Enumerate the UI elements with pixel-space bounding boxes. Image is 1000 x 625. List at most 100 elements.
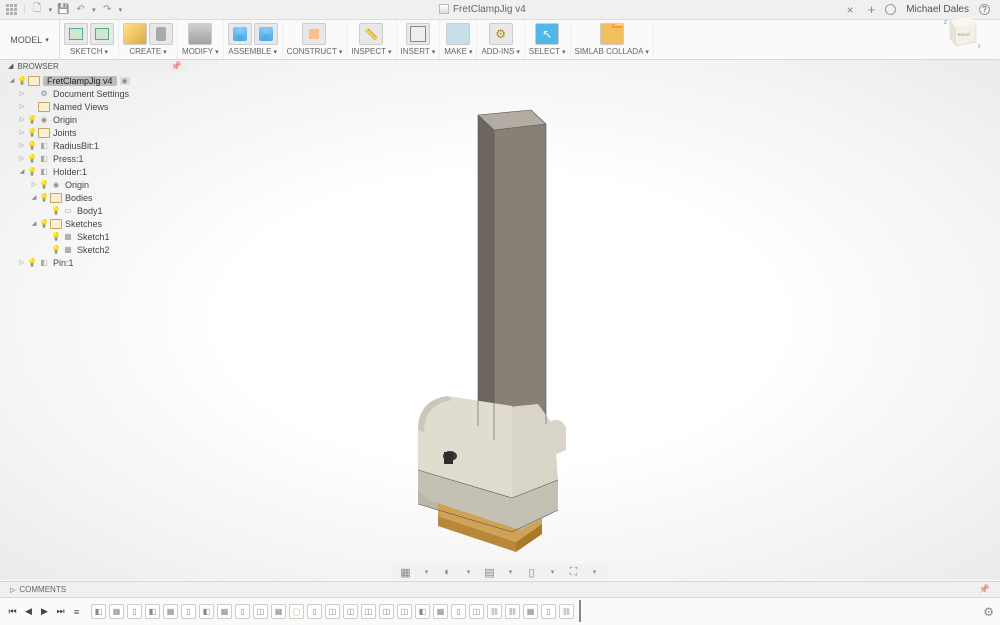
help-icon[interactable]: ? — [979, 4, 990, 15]
expand-icon[interactable] — [18, 90, 26, 97]
ribbon-icon[interactable] — [600, 23, 624, 45]
grid-icon[interactable]: ▤ — [482, 565, 497, 579]
ribbon-icon[interactable] — [90, 23, 114, 45]
display-style-icon[interactable]: ▦ — [398, 565, 413, 579]
ribbon-icon[interactable] — [446, 23, 470, 45]
grid-menu-icon[interactable] — [6, 4, 17, 15]
timeline-feature[interactable] — [487, 604, 502, 619]
ribbon-group-sketch[interactable]: SKETCH — [60, 20, 119, 59]
lightbulb-icon[interactable]: 💡 — [38, 180, 50, 189]
lightbulb-icon[interactable]: 💡 — [50, 245, 62, 254]
tree-item[interactable]: 💡Pin:1 — [0, 256, 188, 269]
lightbulb-icon[interactable]: 💡 — [50, 232, 62, 241]
ribbon-group-select[interactable]: SELECT — [525, 20, 571, 59]
undo-icon[interactable]: ↶ — [75, 4, 86, 15]
lightbulb-icon[interactable]: 💡 — [26, 128, 38, 137]
lightbulb-icon[interactable]: 💡 — [26, 167, 38, 176]
timeline-feature[interactable] — [289, 604, 304, 619]
timeline-feature[interactable] — [541, 604, 556, 619]
lightbulb-icon[interactable]: 💡 — [26, 115, 38, 124]
expand-icon[interactable] — [18, 168, 26, 175]
ribbon-group-inspect[interactable]: INSPECT — [347, 20, 396, 59]
tree-item[interactable]: Named Views — [0, 100, 188, 113]
timeline-feature[interactable] — [415, 604, 430, 619]
viewcube-face[interactable]: RIGHT — [958, 32, 971, 37]
new-file-icon[interactable]: 🗋 — [32, 4, 43, 15]
tree-item[interactable]: 💡Holder:1 — [0, 165, 188, 178]
new-tab-icon[interactable]: + — [868, 2, 876, 17]
pin-icon[interactable]: 📌 — [171, 61, 182, 72]
timeline-feature[interactable] — [199, 604, 214, 619]
viewcube[interactable]: RIGHT Z X — [940, 12, 980, 52]
expand-icon[interactable] — [18, 129, 26, 136]
tree-item[interactable]: 💡Joints — [0, 126, 188, 139]
ribbon-icon[interactable] — [123, 23, 147, 45]
ribbon-icon[interactable] — [64, 23, 88, 45]
timeline-feature[interactable] — [271, 604, 286, 619]
close-tab-icon[interactable]: × — [843, 3, 858, 17]
lightbulb-icon[interactable]: 💡 — [38, 219, 50, 228]
ribbon-icon[interactable] — [254, 23, 278, 45]
expand-icon[interactable] — [18, 116, 26, 123]
timeline-marker[interactable] — [579, 600, 581, 622]
expand-icon[interactable] — [18, 142, 26, 149]
ribbon-group-construct[interactable]: CONSTRUCT — [283, 20, 348, 59]
expand-icon[interactable] — [30, 194, 38, 201]
tree-item[interactable]: 💡Origin — [0, 113, 188, 126]
tree-root[interactable]: 💡 FretClampJig v4◉ — [0, 74, 188, 87]
ribbon-icon[interactable] — [228, 23, 252, 45]
lightbulb-icon[interactable]: 💡 — [50, 206, 62, 215]
timeline-feature[interactable] — [559, 604, 574, 619]
tree-item[interactable]: 💡RadiusBit:1 — [0, 139, 188, 152]
tree-item[interactable]: 💡Body1 — [0, 204, 188, 217]
timeline-play-icon[interactable]: ▶ — [38, 605, 51, 618]
visual-style-icon[interactable]: ◐ — [440, 565, 455, 579]
timeline-feature[interactable] — [433, 604, 448, 619]
ribbon-group-create[interactable]: CREATE — [119, 20, 178, 59]
ribbon-group-modify[interactable]: MODIFY — [178, 20, 224, 59]
tree-item[interactable]: 💡Sketch1 — [0, 230, 188, 243]
timeline-end-icon[interactable]: ⏭ — [54, 605, 67, 618]
timeline-feature[interactable] — [109, 604, 124, 619]
expand-icon[interactable] — [18, 155, 26, 162]
tree-item[interactable]: 💡Press:1 — [0, 152, 188, 165]
timeline-feature[interactable] — [523, 604, 538, 619]
timeline-feature[interactable] — [163, 604, 178, 619]
ribbon-icon[interactable] — [359, 23, 383, 45]
timeline-feature[interactable] — [469, 604, 484, 619]
timeline-feature[interactable] — [217, 604, 232, 619]
ribbon-group-insert[interactable]: INSERT — [397, 20, 441, 59]
timeline-feature[interactable] — [235, 604, 250, 619]
tree-item[interactable]: Document Settings — [0, 87, 188, 100]
ribbon-group-make[interactable]: MAKE — [440, 20, 477, 59]
timeline-feature[interactable] — [145, 604, 160, 619]
ribbon-group-assemble[interactable]: ASSEMBLE — [224, 20, 283, 59]
timeline-feature[interactable] — [451, 604, 466, 619]
timeline-settings-icon[interactable]: ⚙ — [983, 605, 994, 619]
lightbulb-icon[interactable]: 💡 — [38, 193, 50, 202]
ribbon-group-add-ins[interactable]: ADD-INS — [477, 20, 524, 59]
browser-header[interactable]: ◢BROWSER 📌 — [0, 60, 188, 72]
viewports-icon[interactable]: ▯ — [524, 565, 539, 579]
timeline-back-icon[interactable]: ◀ — [22, 605, 35, 618]
timeline-feature[interactable] — [361, 604, 376, 619]
expand-icon[interactable] — [30, 220, 38, 227]
ribbon-group-simlab-collada[interactable]: SIMLAB COLLADA — [571, 20, 654, 59]
timeline-feature[interactable] — [181, 604, 196, 619]
timeline-feature[interactable] — [127, 604, 142, 619]
fullscreen-icon[interactable]: ⛶ — [566, 565, 581, 579]
timeline-feature[interactable] — [307, 604, 322, 619]
timeline-feature[interactable] — [343, 604, 358, 619]
tree-item[interactable]: 💡Sketch2 — [0, 243, 188, 256]
workspace-switcher[interactable]: MODEL▾ — [0, 20, 60, 59]
expand-icon[interactable] — [30, 181, 38, 188]
timeline-feature[interactable] — [505, 604, 520, 619]
timeline-list-icon[interactable]: ≡ — [70, 605, 83, 618]
timeline-feature[interactable] — [379, 604, 394, 619]
ribbon-icon[interactable] — [406, 23, 430, 45]
expand-icon[interactable] — [18, 259, 26, 266]
extensions-icon[interactable] — [885, 4, 896, 15]
lightbulb-icon[interactable]: 💡 — [26, 258, 38, 267]
lightbulb-icon[interactable]: 💡 — [26, 154, 38, 163]
tree-item[interactable]: 💡Origin — [0, 178, 188, 191]
